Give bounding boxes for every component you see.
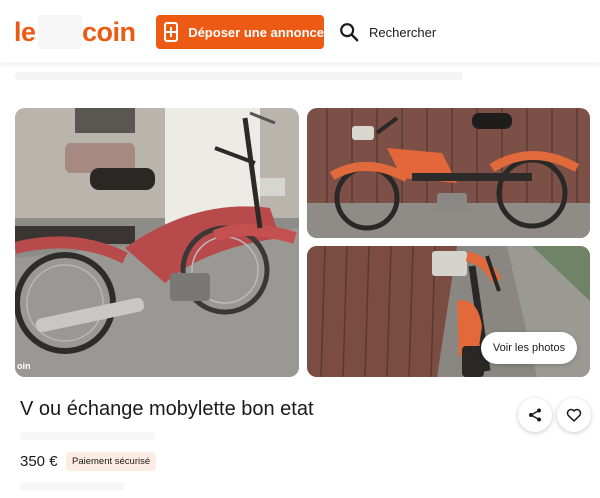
logo-placeholder bbox=[38, 15, 82, 49]
search-label: Rechercher bbox=[369, 24, 437, 40]
plus-icon bbox=[164, 22, 179, 42]
subtitle-placeholder bbox=[20, 432, 155, 440]
photo-watermark: oin bbox=[17, 361, 31, 371]
breadcrumb-placeholder bbox=[15, 72, 463, 80]
logo-left[interactable]: le bbox=[14, 14, 36, 50]
search-button[interactable]: Rechercher bbox=[338, 18, 436, 46]
secure-payment-badge: Paiement sécurisé bbox=[66, 452, 157, 471]
site-header: le coin Déposer une annonce Rechercher bbox=[0, 0, 600, 62]
search-icon bbox=[340, 23, 359, 42]
side-photo-top[interactable] bbox=[307, 108, 590, 238]
share-icon bbox=[529, 408, 541, 422]
moped-photo-main bbox=[15, 108, 299, 377]
favorite-button[interactable] bbox=[557, 398, 591, 432]
post-ad-label: Déposer une annonce bbox=[188, 24, 324, 40]
see-photos-button[interactable]: Voir les photos bbox=[481, 332, 577, 364]
ad-price: 350 € bbox=[20, 453, 58, 470]
main-photo[interactable]: oin bbox=[15, 108, 299, 377]
ad-title: V ou échange mobylette bon etat bbox=[20, 398, 314, 420]
meta-placeholder bbox=[20, 482, 125, 490]
heart-icon bbox=[566, 408, 582, 422]
share-button[interactable] bbox=[518, 398, 552, 432]
post-ad-button[interactable]: Déposer une annonce bbox=[156, 15, 324, 49]
logo-right[interactable]: coin bbox=[82, 14, 136, 50]
moped-photo-side bbox=[307, 108, 590, 238]
